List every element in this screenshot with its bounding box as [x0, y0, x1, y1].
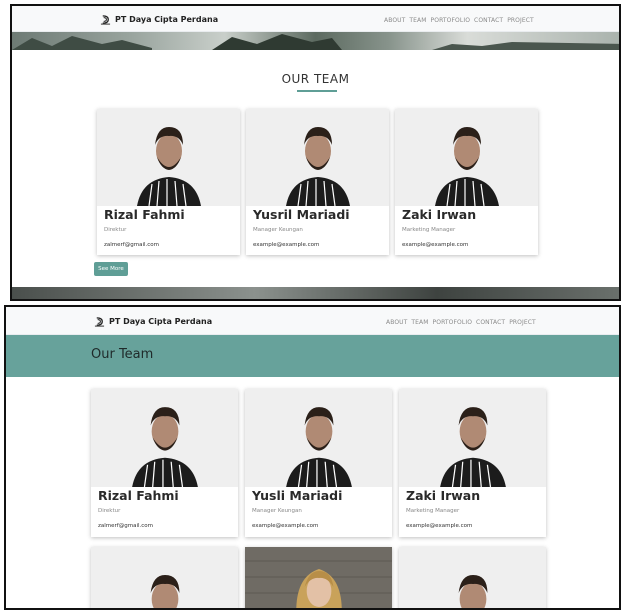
profile-photo [246, 109, 389, 206]
member-role: Direktur [104, 227, 127, 233]
person-portrait-icon [91, 389, 238, 487]
member-role: Manager Keungan [252, 508, 302, 514]
profile-photo [245, 389, 392, 487]
see-more-button[interactable]: See More [94, 262, 128, 276]
member-name: Zaki Irwan [402, 207, 477, 222]
person-portrait-icon [246, 109, 389, 206]
page-title: Our Team [91, 347, 154, 362]
person-portrait-icon [399, 547, 546, 608]
member-role: Direktur [98, 508, 121, 514]
brand-name: PT Daya Cipta Perdana [109, 317, 213, 326]
hero-image [12, 32, 619, 50]
member-name: Zaki Irwan [406, 488, 481, 503]
person-portrait-icon [97, 109, 240, 206]
person-portrait-icon [91, 547, 238, 608]
nav-contact[interactable]: CONTACT [474, 17, 503, 24]
brand[interactable]: PT Daya Cipta Perdana [100, 14, 218, 25]
team-card[interactable]: Rizal Fahmi Direktur zalmerf@gmail.com [91, 389, 238, 537]
member-role: Marketing Manager [402, 227, 456, 233]
member-name: Yusril Mariadi [253, 207, 350, 222]
team-card[interactable] [91, 547, 238, 608]
profile-photo [245, 547, 392, 608]
member-email: example@example.com [406, 523, 473, 529]
member-name: Rizal Fahmi [104, 207, 185, 222]
member-email: example@example.com [253, 242, 320, 248]
nav-about[interactable]: ABOUT [386, 319, 407, 326]
team-card[interactable]: Rizal Fahmi Direktur zalmerf@gmail.com [97, 109, 240, 255]
person-portrait-icon [399, 389, 546, 487]
member-email: zalmerf@gmail.com [104, 242, 159, 248]
nav-menu: ABOUT TEAM PORTOFOLIO CONTACT PROJECT [380, 17, 534, 24]
nav-portofolio[interactable]: PORTOFOLIO [433, 319, 472, 326]
navbar: PT Daya Cipta Perdana ABOUT TEAM PORTOFO… [12, 6, 619, 32]
nav-team[interactable]: TEAM [409, 17, 426, 24]
nav-project[interactable]: PROJECT [509, 319, 536, 326]
team-card[interactable] [245, 547, 392, 608]
profile-photo [91, 547, 238, 608]
footer-image [12, 287, 619, 299]
person-portrait-icon [395, 109, 538, 206]
member-role: Manager Keungan [253, 227, 303, 233]
nav-contact[interactable]: CONTACT [476, 319, 505, 326]
team-card[interactable] [399, 547, 546, 608]
brand-name: PT Daya Cipta Perdana [115, 15, 219, 24]
member-name: Rizal Fahmi [98, 488, 179, 503]
person-portrait-icon [245, 547, 392, 608]
page-banner: Our Team [6, 335, 619, 377]
profile-photo [395, 109, 538, 206]
nav-portofolio[interactable]: PORTOFOLIO [431, 17, 470, 24]
trees-image [12, 34, 619, 50]
screenshot-bottom: PT Daya Cipta Perdana ABOUT TEAM PORTOFO… [4, 305, 621, 610]
profile-photo [399, 389, 546, 487]
member-email: zalmerf@gmail.com [98, 523, 153, 529]
brand[interactable]: PT Daya Cipta Perdana [94, 316, 212, 327]
team-card[interactable]: Yusril Mariadi Manager Keungan example@e… [246, 109, 389, 255]
member-email: example@example.com [402, 242, 469, 248]
member-name: Yusli Mariadi [252, 488, 343, 503]
profile-photo [399, 547, 546, 608]
nav-about[interactable]: ABOUT [384, 17, 405, 24]
title-underline [297, 90, 337, 92]
profile-photo [97, 109, 240, 206]
member-role: Marketing Manager [406, 508, 460, 514]
team-card[interactable]: Zaki Irwan Marketing Manager example@exa… [395, 109, 538, 255]
nav-project[interactable]: PROJECT [507, 17, 534, 24]
section-title: OUR TEAM [281, 72, 350, 86]
person-portrait-icon [245, 389, 392, 487]
screenshot-top: PT Daya Cipta Perdana ABOUT TEAM PORTOFO… [10, 4, 621, 301]
member-email: example@example.com [252, 523, 319, 529]
nav-menu: ABOUT TEAM PORTOFOLIO CONTACT PROJECT [382, 319, 536, 326]
team-card[interactable]: Zaki Irwan Marketing Manager example@exa… [399, 389, 546, 537]
brand-logo-icon [94, 317, 105, 327]
profile-photo [91, 389, 238, 487]
navbar: PT Daya Cipta Perdana ABOUT TEAM PORTOFO… [6, 307, 619, 335]
team-card[interactable]: Yusli Mariadi Manager Keungan example@ex… [245, 389, 392, 537]
brand-logo-icon [100, 15, 111, 25]
nav-team[interactable]: TEAM [411, 319, 428, 326]
